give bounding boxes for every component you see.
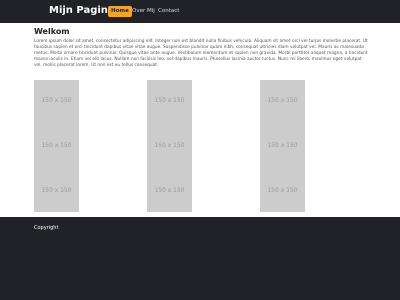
placeholder-label: 150 x 150: [154, 142, 185, 149]
placeholder-image-2: 150 x 150 150 x 150 150 x 150: [147, 80, 192, 212]
placeholder-image-3: 150 x 150 150 x 150 150 x 150: [260, 80, 305, 212]
page-heading: Welkom: [34, 27, 70, 36]
placeholder-label: 150 x 150: [267, 187, 298, 194]
copyright-text: Copyright: [34, 225, 59, 231]
image-gallery: 150 x 150 150 x 150 150 x 150 150 x 150 …: [34, 80, 368, 212]
intro-paragraph: Lorem ipsum dolor sit amet, consectetur …: [34, 39, 368, 68]
placeholder-label: 150 x 150: [267, 97, 298, 104]
placeholder-label: 150 x 150: [154, 187, 185, 194]
placeholder-label: 150 x 150: [154, 97, 185, 104]
main-content: Welkom Lorem ipsum dolor sit amet, conse…: [34, 27, 368, 212]
navbar: Mijn Pagina Home Over Mij Contact: [0, 0, 400, 23]
placeholder-label: 150 x 150: [267, 142, 298, 149]
nav-link-contact[interactable]: Contact: [155, 6, 182, 17]
site-brand[interactable]: Mijn Pagina: [49, 4, 115, 18]
footer: Copyright: [0, 217, 400, 300]
placeholder-label: 150 x 150: [41, 142, 72, 149]
placeholder-label: 150 x 150: [41, 97, 72, 104]
placeholder-image-1: 150 x 150 150 x 150 150 x 150: [34, 80, 79, 212]
nav-link-over-mij[interactable]: Over Mij: [129, 6, 158, 17]
placeholder-label: 150 x 150: [41, 187, 72, 194]
